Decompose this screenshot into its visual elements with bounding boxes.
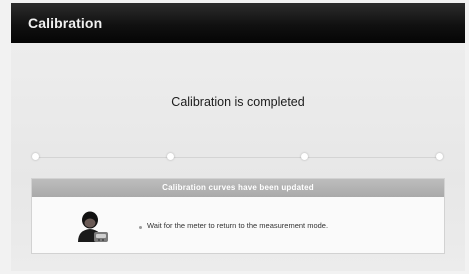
window-title: Calibration [28,15,103,31]
content-area: Calibration is completed Calibration cur… [11,43,465,271]
info-panel: Calibration curves have been updated Wai… [31,178,445,254]
progress-step-3 [301,153,308,160]
status-message: Calibration is completed [171,95,305,109]
progress-track [36,157,442,158]
panel-header: Calibration curves have been updated [32,179,444,197]
panel-body: Wait for the meter to return to the meas… [32,197,444,253]
title-bar: Calibration [11,3,465,43]
progress-step-2 [167,153,174,160]
instruction-text: Wait for the meter to return to the meas… [147,221,329,230]
calibration-window: Calibration Calibration is completed Cal… [0,0,469,274]
progress-step-4 [436,153,443,160]
operator-icon [78,211,108,242]
progress-step-1 [32,153,39,160]
bullet-icon [139,226,142,229]
